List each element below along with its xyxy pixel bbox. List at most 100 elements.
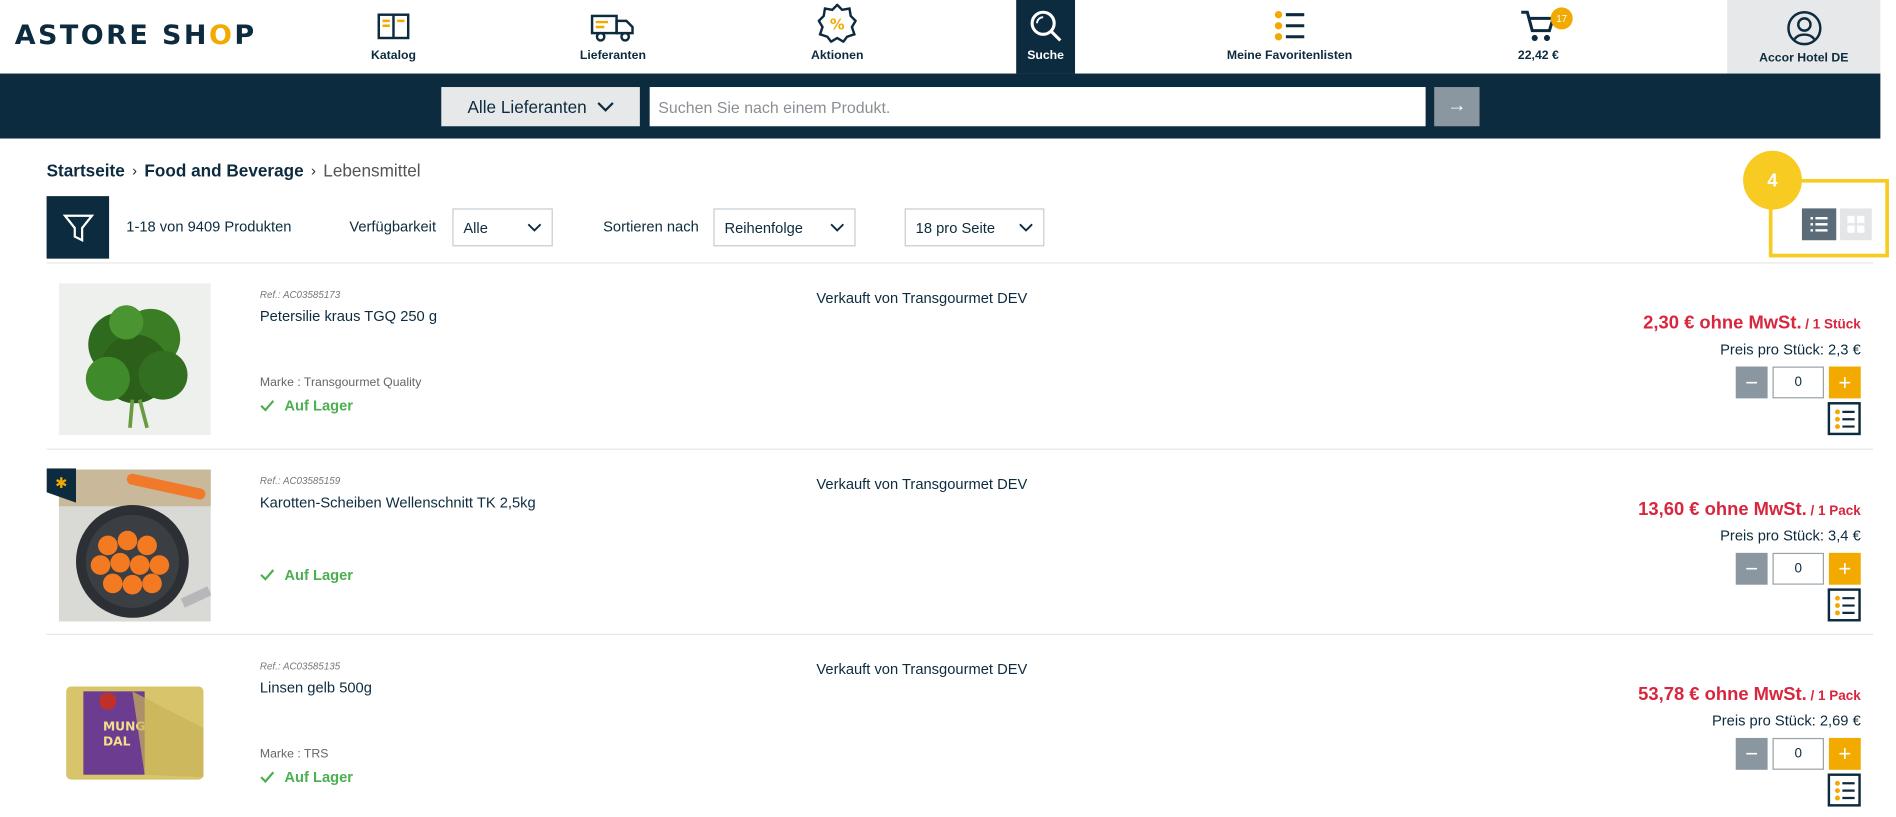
nav-label: Meine Favoritenlisten [1226, 49, 1353, 63]
price-unit: / 1 Pack [1806, 688, 1861, 704]
book-icon [377, 13, 410, 40]
nav-aktionen[interactable]: % Aktionen [797, 0, 878, 74]
stock-status: Auf Lager [260, 397, 353, 414]
svg-text:✱: ✱ [55, 475, 67, 492]
product-image-parsley[interactable] [58, 283, 211, 436]
stock-label: Auf Lager [284, 768, 354, 786]
list-view-icon [1810, 216, 1828, 232]
product-price: 13,60 € ohne MwSt. / 1 Pack [1638, 499, 1861, 520]
grid-view-button[interactable] [1839, 208, 1872, 241]
price-unit: / 1 Stück [1801, 317, 1861, 333]
decrease-quantity-button[interactable]: − [1735, 737, 1768, 770]
add-to-favorites-button[interactable] [1827, 588, 1861, 622]
nav-label: Lieferanten [579, 49, 646, 63]
minus-icon: − [1745, 555, 1759, 581]
breadcrumb-category[interactable]: Food and Beverage [144, 161, 303, 181]
sort-value: Reihenfolge [724, 218, 803, 236]
stock-label: Auf Lager [284, 397, 354, 415]
plus-icon: + [1838, 369, 1852, 395]
nav-label: Aktionen [811, 49, 864, 63]
breadcrumb-home[interactable]: Startseite [47, 161, 125, 181]
account-label: Accor Hotel DE [1759, 51, 1849, 65]
search-submit-button[interactable]: → [1434, 87, 1480, 127]
account-menu[interactable]: Accor Hotel DE [1727, 0, 1881, 74]
quantity-input[interactable] [1772, 552, 1824, 585]
sort-label: Sortieren nach [603, 218, 699, 236]
product-image-carrots[interactable] [58, 469, 212, 622]
filter-button[interactable] [46, 196, 110, 259]
add-to-favorites-button[interactable] [1827, 773, 1861, 807]
search-input[interactable] [649, 87, 1426, 127]
nav-label: Katalog [370, 49, 416, 63]
cart-total: 22,42 € [1517, 49, 1559, 63]
supplier-dropdown[interactable]: Alle Lieferanten [441, 87, 640, 127]
decrease-quantity-button[interactable]: − [1735, 552, 1768, 585]
nav-label: Suche [1027, 49, 1064, 63]
breadcrumb: Startseite › Food and Beverage › Lebensm… [47, 161, 421, 181]
search-bar: Alle Lieferanten → [0, 73, 1881, 139]
nav-suche[interactable]: Suche [1016, 0, 1076, 74]
product-name[interactable]: Karotten-Scheiben Wellenschnitt TK 2,5kg [260, 494, 536, 511]
unit-price: Preis pro Stück: 2,69 € [1711, 712, 1861, 730]
increase-quantity-button[interactable]: + [1828, 737, 1861, 770]
page: ASTORE SHOP Katalog Lieferanten % Aktion… [0, 0, 1896, 817]
quantity-input[interactable] [1772, 366, 1824, 399]
user-icon [1786, 11, 1821, 46]
breadcrumb-current: Lebensmittel [323, 160, 421, 181]
availability-label: Verfügbarkeit [349, 218, 437, 236]
product-row: MUNG DAL Ref.: AC03585135 Linsen gelb 500… [47, 635, 1873, 817]
percent-badge-icon: % [817, 3, 857, 43]
product-name[interactable]: Petersilie kraus TGQ 250 g [260, 308, 437, 325]
availability-select[interactable]: Alle [452, 208, 553, 247]
add-to-favorites-button[interactable] [1827, 402, 1861, 436]
top-header: ASTORE SHOP Katalog Lieferanten % Aktion… [0, 0, 1881, 74]
svg-text:%: % [830, 16, 845, 33]
unit-price: Preis pro Stück: 2,3 € [1720, 340, 1861, 358]
sort-select[interactable]: Reihenfolge [713, 208, 856, 247]
supplier-dropdown-label: Alle Lieferanten [467, 96, 587, 117]
availability-value: Alle [463, 218, 488, 236]
breadcrumb-separator-icon: › [132, 161, 138, 179]
product-ref: Ref.: AC03585173 [259, 289, 341, 301]
product-brand: Marke : Transgourmet Quality [259, 376, 422, 390]
price-value: 13,60 € ohne MwSt. [1638, 498, 1807, 520]
product-row: Ref.: AC03585173 Petersilie kraus TGQ 25… [47, 264, 1873, 449]
per-page-select[interactable]: 18 pro Seite [904, 208, 1045, 247]
quantity-input[interactable] [1772, 737, 1824, 770]
product-price: 53,78 € ohne MwSt. / 1 Pack [1638, 684, 1861, 705]
nav-favoritenlisten[interactable]: Meine Favoritenlisten [1220, 0, 1360, 74]
decrease-quantity-button[interactable]: − [1735, 366, 1768, 399]
product-image-lentils[interactable]: MUNG DAL [58, 654, 211, 807]
chevron-down-icon [596, 101, 614, 112]
favorites-list-icon [1834, 595, 1855, 615]
quantity-stepper: − + [1735, 737, 1861, 770]
funnel-icon [62, 214, 94, 242]
product-price: 2,30 € ohne MwSt. / 1 Stück [1643, 313, 1861, 334]
chevron-down-icon [527, 223, 542, 232]
quantity-stepper: − + [1735, 552, 1861, 585]
per-page-value: 18 pro Seite [915, 218, 996, 236]
quantity-stepper: − + [1735, 366, 1861, 399]
product-brand: Marke : TRS [259, 747, 329, 762]
nav-lieferanten[interactable]: Lieferanten [570, 0, 656, 74]
chevron-down-icon [830, 223, 845, 232]
grid-view-icon [1847, 215, 1865, 233]
checkmark-icon [260, 569, 275, 581]
annotation-badge: 4 [1743, 150, 1802, 210]
product-seller: Verkauft von Transgourmet DEV [816, 475, 1028, 493]
arrow-right-icon: → [1447, 95, 1467, 117]
plus-icon: + [1838, 555, 1852, 581]
list-view-button[interactable] [1801, 208, 1837, 241]
logo[interactable]: ASTORE SHOP [15, 21, 257, 52]
favorites-list-icon [1834, 780, 1855, 800]
nav-katalog[interactable]: Katalog [355, 0, 431, 74]
svg-text:DAL: DAL [103, 734, 131, 748]
search-icon [1030, 10, 1062, 42]
unit-price: Preis pro Stück: 3,4 € [1720, 527, 1861, 545]
price-unit: / 1 Pack [1806, 503, 1861, 519]
plus-icon: + [1838, 740, 1852, 766]
increase-quantity-button[interactable]: + [1828, 366, 1861, 399]
product-name[interactable]: Linsen gelb 500g [260, 679, 372, 696]
minus-icon: − [1745, 740, 1759, 766]
increase-quantity-button[interactable]: + [1828, 552, 1861, 585]
